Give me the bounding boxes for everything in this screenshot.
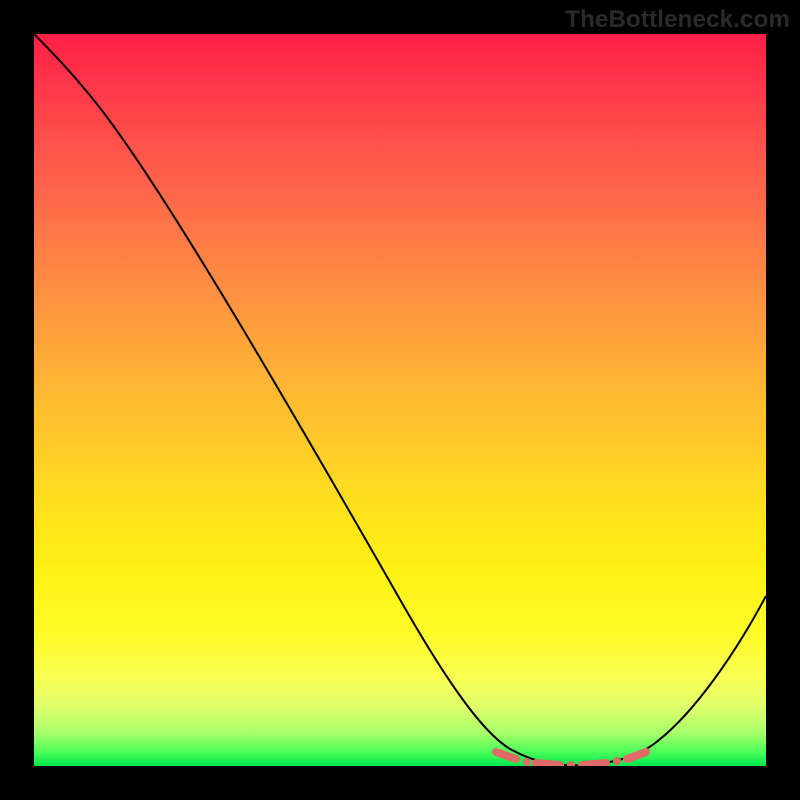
dash-seg <box>536 763 560 765</box>
plot-area <box>34 34 766 766</box>
dash-seg <box>627 752 646 759</box>
dash-dot <box>523 758 531 766</box>
dash-dot <box>567 761 575 766</box>
watermark: TheBottleneck.com <box>565 6 790 34</box>
dash-seg <box>496 752 516 759</box>
curve-path <box>34 34 766 765</box>
dash-dot <box>613 757 621 765</box>
chart-svg <box>34 34 766 766</box>
dash-seg <box>582 763 606 765</box>
